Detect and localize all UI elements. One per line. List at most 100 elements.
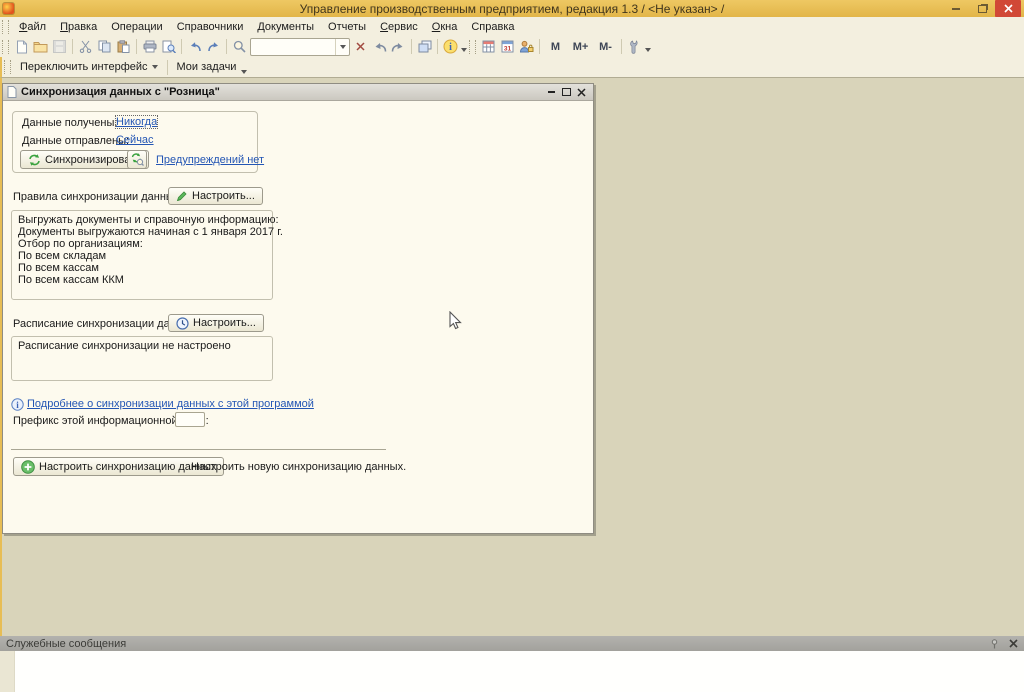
menu-item-reports[interactable]: Отчеты — [321, 19, 373, 35]
menubar-grip[interactable] — [2, 20, 9, 34]
new-document-button[interactable] — [12, 38, 31, 56]
configure-rules-button[interactable]: Настроить... — [168, 187, 263, 205]
find-button[interactable] — [230, 38, 249, 56]
service-messages-title: Служебные сообщения — [6, 638, 990, 650]
messages-close-button[interactable] — [1009, 639, 1018, 648]
cut-button[interactable] — [76, 38, 95, 56]
switch-interface-button[interactable]: Переключить интерфейс — [14, 59, 164, 75]
print-icon — [143, 40, 157, 53]
menu-item-windows[interactable]: Окна — [425, 19, 465, 35]
service-messages-panel — [0, 651, 1024, 692]
menu-item-edit[interactable]: Правка — [53, 19, 104, 35]
my-tasks-label: Мои задачи — [177, 61, 237, 73]
open-windows-button[interactable] — [415, 38, 434, 56]
service-messages-bar[interactable]: Служебные сообщения — [0, 636, 1024, 651]
chevron-down-icon — [340, 45, 346, 49]
application-window: Управление производственным предприятием… — [0, 0, 1024, 692]
rules-line: Отбор по организациям: — [18, 238, 266, 250]
rules-line: Документы выгружаются начиная с 1 января… — [18, 226, 266, 238]
toolbar-separator — [136, 39, 137, 54]
close-button[interactable] — [995, 0, 1021, 17]
settings-dropdown-icon[interactable] — [645, 48, 651, 52]
dialog-close-button[interactable] — [574, 86, 589, 99]
undo-button[interactable] — [185, 38, 204, 56]
clear-search-button[interactable] — [351, 38, 370, 56]
switch-interface-label: Переключить интерфейс — [20, 61, 148, 73]
dialog-maximize-button[interactable] — [559, 86, 574, 99]
search-dropdown-button[interactable] — [335, 39, 349, 55]
toolbar-separator — [539, 39, 540, 54]
sync-details-button[interactable] — [127, 150, 147, 169]
messages-icon-gutter — [0, 651, 15, 692]
toolbar-separator — [621, 39, 622, 54]
rules-line: По всем складам — [18, 250, 266, 262]
menu-item-service[interactable]: Сервис — [373, 19, 425, 35]
redo-arrow-icon — [207, 41, 221, 53]
toolbar-grip[interactable] — [4, 60, 11, 74]
pin-button[interactable] — [990, 639, 999, 649]
print-button[interactable] — [140, 38, 159, 56]
undo-arrow-icon — [188, 41, 202, 53]
setup-sync-label: Настроить синхронизацию данных — [39, 461, 216, 473]
nav-forward-button[interactable] — [389, 38, 408, 56]
toolbar-grip[interactable] — [2, 40, 9, 54]
menu-item-catalogs[interactable]: Справочники — [170, 19, 251, 35]
sync-arrows-icon — [28, 154, 41, 166]
toolbar-separator — [181, 39, 182, 54]
data-sent-link[interactable]: Сейчас — [116, 134, 154, 146]
calculator-button[interactable] — [479, 38, 498, 56]
print-preview-button[interactable] — [159, 38, 178, 56]
save-button[interactable] — [50, 38, 69, 56]
info-dropdown-icon[interactable] — [461, 48, 467, 52]
chevron-down-icon — [241, 70, 247, 74]
my-tasks-button[interactable]: Мои задачи — [171, 59, 254, 76]
maximize-icon — [562, 88, 571, 96]
memory-plus-button[interactable]: M+ — [568, 38, 593, 56]
menu-item-help[interactable]: Справка — [464, 19, 521, 35]
user-permissions-button[interactable] — [517, 38, 536, 56]
more-info-link[interactable]: Подробнее о синхронизации данных с этой … — [27, 398, 314, 410]
close-icon — [1009, 639, 1018, 648]
dialog-minimize-button[interactable] — [544, 86, 559, 99]
window-controls — [943, 0, 1021, 17]
toolbar-separator — [72, 39, 73, 54]
main-toolbar: i 31 M M+ M- — [0, 36, 1024, 57]
minimize-button[interactable] — [943, 0, 969, 17]
configure-schedule-button[interactable]: Настроить... — [168, 314, 264, 332]
info-button[interactable]: i — [441, 38, 460, 56]
copy-button[interactable] — [95, 38, 114, 56]
calendar-icon: 31 — [501, 40, 514, 53]
window-title: Управление производственным предприятием… — [0, 2, 1024, 16]
prefix-input[interactable] — [175, 412, 205, 427]
open-button[interactable] — [31, 38, 50, 56]
memory-minus-button[interactable]: M- — [593, 38, 618, 56]
clock-icon — [176, 317, 189, 330]
paste-icon — [117, 40, 130, 53]
rules-label: Правила синхронизации данных: — [13, 191, 182, 203]
nav-back-button[interactable] — [370, 38, 389, 56]
calendar-button[interactable]: 31 — [498, 38, 517, 56]
menu-item-operations[interactable]: Операции — [104, 19, 169, 35]
menu-item-documents[interactable]: Документы — [250, 19, 321, 35]
warnings-link[interactable]: Предупреждений нет — [156, 154, 264, 166]
user-lock-icon — [519, 40, 534, 53]
toolbar-grip[interactable] — [469, 40, 476, 54]
cut-icon — [79, 40, 92, 53]
data-received-link[interactable]: Никогда — [116, 116, 157, 128]
paste-button[interactable] — [114, 38, 133, 56]
toolbar-separator — [226, 39, 227, 54]
save-icon — [53, 40, 66, 53]
memory-recall-button[interactable]: M — [543, 38, 568, 56]
sync-dialog-title: Синхронизация данных с "Розница" — [21, 86, 544, 98]
restore-button[interactable] — [969, 0, 995, 17]
pin-icon — [990, 639, 999, 649]
toolbar-separator — [167, 60, 168, 75]
sync-dialog-titlebar[interactable]: Синхронизация данных с "Розница" — [3, 84, 593, 101]
pencil-icon — [176, 190, 188, 202]
settings-button[interactable] — [625, 38, 644, 56]
rules-description-box: Выгружать документы и справочную информа… — [11, 210, 273, 300]
search-input[interactable] — [251, 40, 335, 53]
menu-item-file[interactable]: Файл — [12, 19, 53, 35]
rules-line: По всем кассам ККМ — [18, 274, 266, 286]
redo-button[interactable] — [204, 38, 223, 56]
